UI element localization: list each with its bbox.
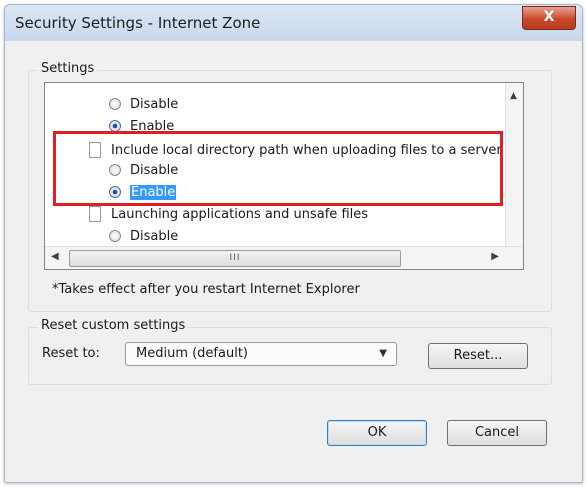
dropdown-value: Medium (default) bbox=[136, 346, 248, 361]
radio-button[interactable] bbox=[109, 98, 121, 110]
restart-note: *Takes effect after you restart Internet… bbox=[52, 282, 360, 297]
settings-group-label: Settings bbox=[38, 61, 98, 76]
window-title: Security Settings - Internet Zone bbox=[15, 14, 261, 32]
document-icon bbox=[89, 206, 101, 222]
vertical-scrollbar[interactable]: ▲ bbox=[505, 83, 523, 246]
reset-button[interactable]: Reset... bbox=[428, 343, 528, 369]
close-button[interactable]: X bbox=[522, 6, 576, 30]
scroll-thumb[interactable]: III bbox=[69, 250, 401, 267]
scroll-right-icon[interactable]: ▶ bbox=[491, 251, 499, 262]
cancel-button[interactable]: Cancel bbox=[447, 420, 547, 446]
scroll-up-icon[interactable]: ▲ bbox=[510, 91, 517, 101]
reset-level-dropdown[interactable]: Medium (default) ▼ bbox=[125, 342, 397, 366]
highlight-box bbox=[53, 131, 503, 206]
ok-button[interactable]: OK bbox=[327, 420, 427, 446]
option-label: Disable bbox=[130, 96, 179, 112]
scroll-left-icon[interactable]: ◀ bbox=[51, 251, 59, 262]
setting-header: Launching applications and unsafe files bbox=[89, 203, 368, 225]
setting-header-label: Launching applications and unsafe files bbox=[111, 206, 369, 222]
title-bar[interactable]: Security Settings - Internet Zone X bbox=[5, 5, 582, 41]
chevron-down-icon[interactable]: ▼ bbox=[379, 348, 387, 359]
reset-group-label: Reset custom settings bbox=[38, 318, 189, 333]
option-label: Disable bbox=[130, 228, 179, 244]
list-item[interactable]: Disable bbox=[109, 225, 178, 247]
horizontal-scrollbar[interactable]: ◀ III ▶ bbox=[45, 246, 523, 269]
list-item[interactable]: Disable bbox=[109, 93, 178, 115]
radio-button[interactable] bbox=[109, 230, 121, 242]
reset-to-label: Reset to: bbox=[42, 346, 100, 361]
